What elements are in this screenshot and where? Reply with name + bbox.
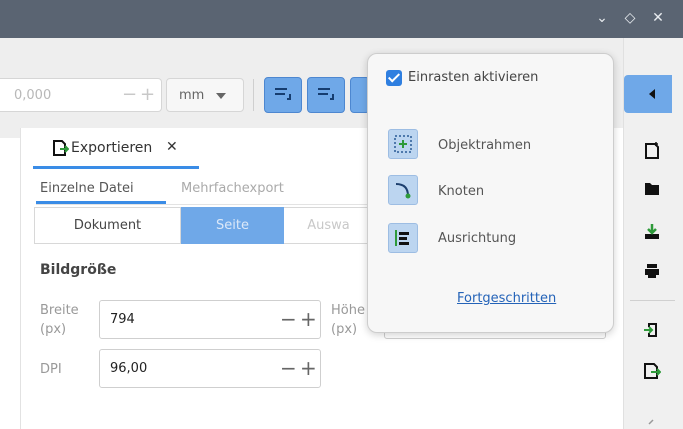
increment-button[interactable]: + <box>140 86 155 104</box>
snap-popover: Einrasten aktivieren Objektrahmen Knoten… <box>367 53 614 333</box>
snap-align-label[interactable]: Ausrichtung <box>438 231 516 246</box>
decrement-button[interactable]: − <box>122 86 137 104</box>
width-label-text: Breite <box>40 303 79 318</box>
toolbar-separator <box>253 79 254 111</box>
restore-icon[interactable]: ◇ <box>621 9 639 27</box>
height-label-unit: (px) <box>331 322 358 337</box>
print-icon[interactable] <box>643 262 661 280</box>
width-label: Breite (px) <box>40 301 79 339</box>
snap-nodes-icon <box>395 183 411 199</box>
export-icon <box>53 140 69 156</box>
segment-selection[interactable]: Auswa <box>284 207 374 244</box>
dpi-decrement-button[interactable]: − <box>280 358 297 378</box>
dpi-value[interactable]: 96,00 <box>110 361 147 376</box>
snap-bbox-label[interactable]: Objektrahmen <box>438 138 531 153</box>
segment-page[interactable]: Seite <box>181 207 284 244</box>
caret-down-icon <box>216 93 226 99</box>
tab-export[interactable]: Exportieren ✕ <box>33 128 199 168</box>
snap-nodes-button[interactable] <box>307 77 345 113</box>
active-tab-indicator <box>33 166 199 169</box>
height-label: Höhe (px) <box>331 301 365 339</box>
snap-nodes-toggle[interactable] <box>388 175 418 205</box>
unit-label: mm <box>179 88 205 103</box>
position-value[interactable]: 0,000 <box>14 88 51 103</box>
new-document-icon[interactable] <box>643 142 661 160</box>
width-increment-button[interactable]: + <box>300 309 317 329</box>
more-icon[interactable] <box>643 408 661 426</box>
snap-align-toggle[interactable] <box>388 223 418 253</box>
width-field[interactable]: 794 − + <box>99 300 321 339</box>
position-spinbox[interactable]: 0,000 − + <box>0 78 162 112</box>
tab-export-label: Exportieren <box>71 140 153 156</box>
export-icon[interactable] <box>643 362 661 380</box>
height-label-text: Höhe <box>331 303 365 318</box>
subtab-batch-export[interactable]: Mehrfachexport <box>181 181 284 196</box>
snap-bbox-icon <box>394 135 412 153</box>
width-decrement-button[interactable]: − <box>280 309 297 329</box>
subtab-single-file[interactable]: Einzelne Datei <box>40 181 134 196</box>
close-icon[interactable]: ✕ <box>166 139 178 155</box>
import-icon[interactable] <box>643 223 661 241</box>
sidebar-divider <box>630 300 675 301</box>
snap-bbox-icon <box>275 88 291 102</box>
close-icon[interactable]: ✕ <box>649 9 667 27</box>
chevron-down-icon[interactable]: ⌄ <box>593 9 611 27</box>
unit-dropdown[interactable]: mm <box>166 78 244 112</box>
enable-snapping-checkbox[interactable] <box>386 70 402 86</box>
snap-bbox-button[interactable] <box>264 77 302 113</box>
advanced-link[interactable]: Fortgeschritten <box>457 291 556 306</box>
snap-bbox-toggle[interactable] <box>388 129 418 159</box>
snap-nodes-label[interactable]: Knoten <box>438 184 484 199</box>
window-titlebar: ⌄ ◇ ✕ <box>0 0 683 38</box>
snap-nodes-icon <box>318 88 334 102</box>
section-title: Bildgröße <box>40 262 117 278</box>
enable-snapping-label[interactable]: Einrasten aktivieren <box>408 70 538 85</box>
open-folder-icon[interactable] <box>643 180 661 198</box>
width-label-unit: (px) <box>40 322 67 337</box>
snap-align-icon <box>395 230 409 246</box>
dpi-label: DPI <box>40 362 62 377</box>
segment-document[interactable]: Dokument <box>34 207 181 244</box>
dpi-field[interactable]: 96,00 − + <box>99 349 321 388</box>
caret-left-icon <box>649 89 655 99</box>
import-file-icon[interactable] <box>643 321 661 339</box>
dpi-increment-button[interactable]: + <box>300 358 317 378</box>
collapse-popover-button[interactable] <box>624 75 672 113</box>
width-value[interactable]: 794 <box>110 312 135 327</box>
